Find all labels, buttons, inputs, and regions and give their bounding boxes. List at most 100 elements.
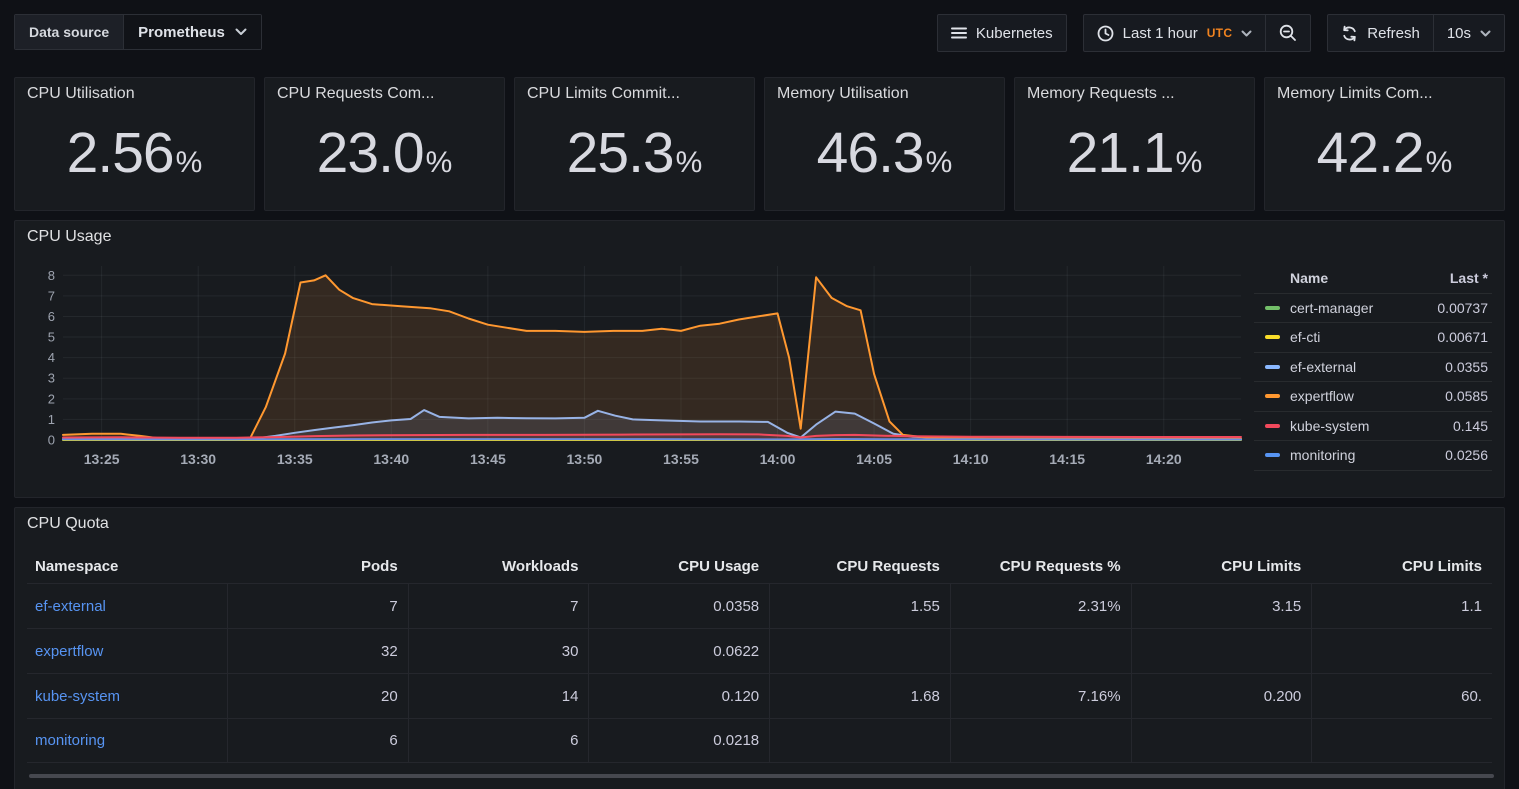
namespace-link[interactable]: expertflow [35, 643, 103, 660]
stat-unit: % [176, 146, 203, 180]
svg-text:0: 0 [48, 433, 55, 448]
legend-item[interactable]: cert-manager 0.00737 [1254, 294, 1492, 324]
namespace-link[interactable]: kube-system [35, 688, 120, 705]
col-header[interactable]: CPU Limits [1311, 549, 1492, 583]
magnifier-minus-icon [1279, 24, 1297, 42]
legend-item[interactable]: ef-cti 0.00671 [1254, 323, 1492, 353]
cpu-quota-panel-title[interactable]: CPU Quota [27, 515, 1492, 533]
stat-panel-title: Memory Requests ... [1027, 85, 1242, 103]
stat-panel: Memory Limits Com... 42.2 % [1264, 77, 1505, 211]
cell-pods: 20 [227, 674, 408, 718]
svg-text:13:50: 13:50 [567, 451, 603, 467]
svg-text:13:35: 13:35 [277, 451, 313, 467]
datasource-label: Data source [15, 15, 124, 49]
hamburger-menu-icon [951, 27, 967, 39]
cpu-usage-panel: CPU Usage 01234567813:2513:3013:3513:401… [14, 220, 1505, 498]
series-name[interactable]: kube-system [1290, 418, 1453, 434]
series-name[interactable]: cert-manager [1290, 300, 1437, 316]
dashboard-menu-button[interactable]: Kubernetes [938, 15, 1066, 51]
series-name[interactable]: ef-cti [1290, 329, 1437, 345]
series-last-value: 0.0256 [1445, 447, 1492, 463]
timezone-badge: UTC [1207, 26, 1233, 40]
legend-item[interactable]: expertflow 0.0585 [1254, 382, 1492, 412]
stat-panel: CPU Limits Commit... 25.3 % [514, 77, 755, 211]
cell-cpu-requests: 1.68 [769, 674, 950, 718]
series-name[interactable]: ef-external [1290, 359, 1445, 375]
chevron-down-icon [1241, 30, 1252, 37]
legend-name-header[interactable]: Name [1254, 270, 1450, 286]
stat-panel-title: CPU Utilisation [27, 85, 242, 103]
zoom-out-time-button[interactable] [1265, 15, 1310, 51]
legend-item[interactable]: monitoring 0.0256 [1254, 441, 1492, 471]
refresh-label: Refresh [1367, 25, 1420, 42]
cell-cpu-usage: 0.0358 [588, 584, 769, 628]
cell-workloads: 30 [408, 629, 589, 673]
stat-value: 25.3 [567, 120, 674, 186]
svg-text:14:00: 14:00 [760, 451, 796, 467]
col-header[interactable]: CPU Usage [588, 549, 769, 583]
refresh-interval-value: 10s [1447, 25, 1471, 42]
svg-text:5: 5 [48, 330, 55, 345]
cpu-usage-chart[interactable]: 01234567813:2513:3013:3513:4013:4513:501… [27, 260, 1254, 477]
namespace-link[interactable]: ef-external [35, 598, 106, 615]
col-header[interactable]: CPU Requests % [950, 549, 1131, 583]
col-header[interactable]: Pods [227, 549, 408, 583]
cell-cpu-limits [1131, 719, 1312, 762]
cell-workloads: 6 [408, 719, 589, 762]
cell-cpu-limits: 3.15 [1131, 584, 1312, 628]
cpu-quota-table: Namespace Pods Workloads CPU Usage CPU R… [27, 549, 1492, 763]
stat-panel: CPU Requests Com... 23.0 % [264, 77, 505, 211]
cell-cpu-limits-pct [1311, 719, 1492, 762]
refresh-button[interactable]: Refresh [1328, 15, 1433, 51]
svg-text:13:30: 13:30 [180, 451, 216, 467]
col-header[interactable]: Namespace [27, 549, 227, 583]
svg-text:3: 3 [48, 371, 55, 386]
series-name[interactable]: expertflow [1290, 388, 1445, 404]
stat-unit: % [1426, 146, 1453, 180]
series-color-swatch [1265, 365, 1280, 369]
legend-item[interactable]: ef-external 0.0355 [1254, 353, 1492, 383]
cell-pods: 6 [227, 719, 408, 762]
refresh-interval-dropdown[interactable]: 10s [1433, 15, 1504, 51]
stat-unit: % [1176, 146, 1203, 180]
cell-cpu-requests-pct [950, 719, 1131, 762]
stat-panel-title: Memory Limits Com... [1277, 85, 1492, 103]
series-last-value: 0.00737 [1437, 300, 1492, 316]
legend-last-header[interactable]: Last * [1450, 270, 1492, 286]
quota-table-header: Namespace Pods Workloads CPU Usage CPU R… [27, 549, 1492, 583]
stat-panels-row: CPU Utilisation 2.56 % CPU Requests Com.… [14, 77, 1505, 211]
datasource-picker[interactable]: Data source Prometheus [14, 14, 262, 50]
svg-text:13:55: 13:55 [663, 451, 699, 467]
table-row: monitoring 6 6 0.0218 [27, 718, 1492, 763]
time-range-picker[interactable]: Last 1 hour UTC [1084, 15, 1266, 51]
col-header[interactable]: CPU Requests [769, 549, 950, 583]
cpu-usage-legend: Name Last * cert-manager 0.00737 ef-cti … [1254, 264, 1492, 477]
legend-item[interactable]: kube-system 0.145 [1254, 412, 1492, 442]
col-header[interactable]: CPU Limits [1131, 549, 1312, 583]
stat-value: 42.2 [1317, 120, 1424, 186]
col-header[interactable]: Workloads [408, 549, 589, 583]
cell-cpu-limits-pct: 60. [1311, 674, 1492, 718]
stat-panel-title: CPU Requests Com... [277, 85, 492, 103]
svg-text:6: 6 [48, 309, 55, 324]
dashboard-toolbar: Data source Prometheus Kubernetes Last 1… [14, 14, 1505, 52]
cell-cpu-limits [1131, 629, 1312, 673]
series-last-value: 0.0355 [1445, 359, 1492, 375]
svg-text:14:20: 14:20 [1146, 451, 1182, 467]
datasource-value-dropdown[interactable]: Prometheus [124, 15, 261, 49]
svg-text:14:05: 14:05 [856, 451, 892, 467]
namespace-link[interactable]: monitoring [35, 732, 105, 749]
series-name[interactable]: monitoring [1290, 447, 1445, 463]
cell-cpu-requests-pct [950, 629, 1131, 673]
stat-value: 21.1 [1067, 120, 1174, 186]
stat-value: 23.0 [317, 120, 424, 186]
series-color-swatch [1265, 424, 1280, 428]
table-row: ef-external 7 7 0.0358 1.55 2.31% 3.15 1… [27, 583, 1492, 628]
time-range-label: Last 1 hour [1123, 25, 1198, 42]
horizontal-scrollbar[interactable] [29, 774, 1494, 778]
stat-value: 2.56 [67, 120, 174, 186]
cpu-usage-panel-title[interactable]: CPU Usage [27, 228, 1492, 246]
series-last-value: 0.00671 [1437, 329, 1492, 345]
cell-cpu-limits-pct: 1.1 [1311, 584, 1492, 628]
stat-panel: Memory Requests ... 21.1 % [1014, 77, 1255, 211]
